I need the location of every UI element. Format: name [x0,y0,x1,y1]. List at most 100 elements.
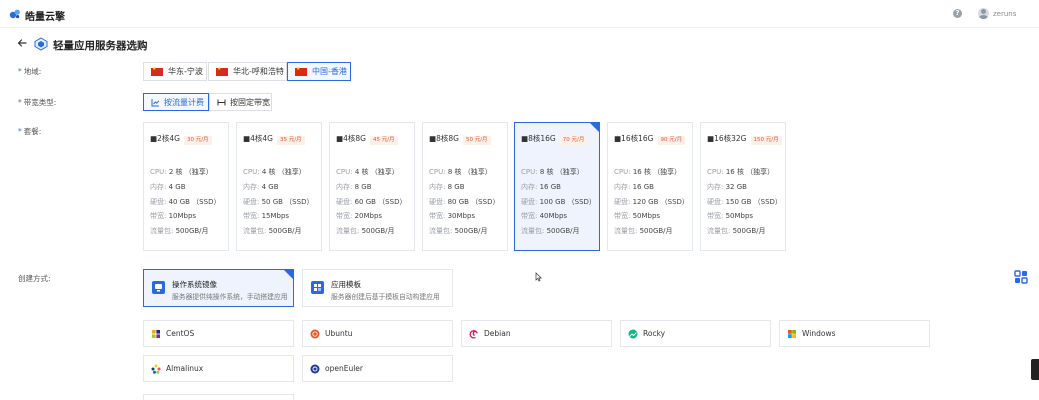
side-feedback-tab[interactable] [1031,359,1039,380]
spec-disk: 硬盘: 50 GB （SSD） [243,198,314,206]
spec-bandwidth: 带宽: 50Mbps [614,212,661,220]
package-price: 90 元/月 [657,136,686,145]
os-option-ubuntu[interactable]: Ubuntu [302,320,453,347]
floating-assistant-icon[interactable] [1014,270,1028,284]
spec-disk: 硬盘: 120 GB （SSD） [614,198,689,206]
os-option-centos[interactable]: CentOS [143,320,294,347]
os-option-partial[interactable] [143,394,294,400]
spec-disk: 硬盘: 100 GB （SSD） [521,198,596,206]
username[interactable]: zeruns [993,10,1016,18]
bandwidth-option-fixed[interactable]: 按固定带宽 [209,93,272,111]
help-icon[interactable]: ? [953,9,962,18]
spec-bandwidth: 带宽: 40Mbps [521,212,568,220]
china-flag-icon [151,66,163,76]
server-cube-icon [34,37,48,51]
spec-bandwidth: 带宽: 30Mbps [429,212,476,220]
method-app-template[interactable]: 应用模板 服务器创建后基于模板自动构建应用 [302,269,453,307]
spec-memory: 内存: 8 GB [336,183,372,191]
fixed-width-icon [217,99,226,105]
os-option-openeuler[interactable]: openEuler [302,355,453,382]
package-card-2c4g[interactable]: ■2核4G 30 元/月 CPU: 2 核 （独享） 内存: 4 GB 硬盘: 4… [143,122,229,251]
spec-cpu: CPU: 8 核 （独享） [521,168,584,176]
spec-cpu: CPU: 16 核 （独享） [614,168,682,176]
spec-bandwidth: 带宽: 10Mbps [150,212,197,220]
almalinux-icon [151,364,161,374]
debian-icon [469,329,478,339]
centos-icon [152,329,160,338]
spec-bandwidth: 带宽: 50Mbps [707,212,754,220]
spec-bandwidth: 带宽: 20Mbps [336,212,383,220]
package-name: ■2核4G [150,134,180,143]
spec-disk: 硬盘: 60 GB （SSD） [336,198,407,206]
spec-cpu: CPU: 4 核 （独享） [243,168,306,176]
package-name: ■4核8G [336,134,366,143]
selected-corner-mark [284,270,293,279]
region-option-hongkong[interactable]: 中国-香港 [287,62,351,81]
os-option-almalinux[interactable]: Almalinux [143,355,294,382]
user-avatar-icon[interactable] [978,8,989,19]
method-title: 操作系统镜像 [172,280,217,289]
spec-memory: 内存: 16 GB [614,183,654,191]
package-card-8c16g[interactable]: ■8核16G 70 元/月 CPU: 8 核 （独享） 内存: 16 GB 硬盘:… [514,122,600,251]
top-bar: 皓量云擎 ? zeruns [0,0,1039,28]
package-price: 70 元/月 [559,136,588,145]
package-price: 150 元/月 [750,136,782,145]
region-option-ningbo[interactable]: 华东-宁波 [143,62,207,81]
china-flag-icon [216,66,228,76]
package-card-4c8g[interactable]: ■4核8G 45 元/月 CPU: 4 核 （独享） 内存: 8 GB 硬盘: 6… [329,122,415,251]
app-template-icon [311,281,324,294]
brand-logo-icon[interactable] [9,8,21,20]
package-name: ■16核16G [614,134,654,143]
ubuntu-icon [310,329,320,338]
package-price: 30 元/月 [183,136,212,145]
package-price: 45 元/月 [369,136,398,145]
spec-memory: 内存: 4 GB [150,183,186,191]
rocky-icon [628,329,638,338]
spec-traffic: 流量包: 500GB/月 [150,227,209,235]
method-title: 应用模板 [331,280,361,289]
openeuler-icon [310,364,320,373]
spec-cpu: CPU: 4 核 （独享） [336,168,399,176]
spec-traffic: 流量包: 500GB/月 [521,227,580,235]
package-card-8c8g[interactable]: ■8核8G 50 元/月 CPU: 8 核 （独享） 内存: 8 GB 硬盘: 8… [422,122,508,251]
spec-memory: 内存: 32 GB [707,183,747,191]
spec-disk: 硬盘: 150 GB （SSD） [707,198,782,206]
back-arrow-icon[interactable] [17,38,27,48]
os-image-icon [152,281,165,294]
windows-icon [788,329,796,338]
create-method-label: 创建方式: [18,274,51,283]
method-os-image[interactable]: 操作系统镜像 服务器提供纯操作系统，手动搭建应用 [143,269,294,307]
method-description: 服务器提供纯操作系统，手动搭建应用 [172,293,288,301]
bandwidth-type-label: * 带宽类型: [18,98,57,107]
package-name: ■8核16G [521,134,556,143]
page-title: 轻量应用服务器选购 [53,40,148,52]
os-option-rocky[interactable]: Rocky [620,320,771,347]
package-label: * 套餐: [18,127,42,136]
package-price: 35 元/月 [276,136,305,145]
spec-disk: 硬盘: 80 GB （SSD） [429,198,500,206]
selected-corner-mark [590,123,599,132]
os-option-debian[interactable]: Debian [461,320,612,347]
package-card-4c4g[interactable]: ■4核4G 35 元/月 CPU: 4 核 （独享） 内存: 4 GB 硬盘: 5… [236,122,322,251]
spec-cpu: CPU: 2 核 （独享） [150,168,213,176]
package-price: 50 元/月 [462,136,491,145]
spec-traffic: 流量包: 500GB/月 [336,227,395,235]
package-card-16c32g[interactable]: ■16核32G 150 元/月 CPU: 16 核 （独享） 内存: 32 GB … [700,122,786,251]
brand-name[interactable]: 皓量云擎 [25,8,65,23]
package-name: ■16核32G [707,134,747,143]
spec-memory: 内存: 8 GB [429,183,465,191]
package-card-16c16g[interactable]: ■16核16G 90 元/月 CPU: 16 核 （独享） 内存: 16 GB 硬… [607,122,693,251]
spec-cpu: CPU: 8 核 （独享） [429,168,492,176]
bandwidth-option-traffic[interactable]: 按流量计费 [143,93,209,111]
hongkong-flag-icon [295,66,307,76]
mouse-cursor-icon [535,272,543,282]
region-option-hohhot[interactable]: 华北-呼和浩特 [208,62,287,81]
region-label: * 地域: [18,67,42,76]
spec-traffic: 流量包: 500GB/月 [429,227,488,235]
os-option-windows[interactable]: Windows [779,320,930,347]
spec-memory: 内存: 16 GB [521,183,561,191]
method-description: 服务器创建后基于模板自动构建应用 [331,293,440,301]
package-name: ■4核4G [243,134,273,143]
line-chart-icon [151,98,160,106]
spec-traffic: 流量包: 500GB/月 [707,227,766,235]
